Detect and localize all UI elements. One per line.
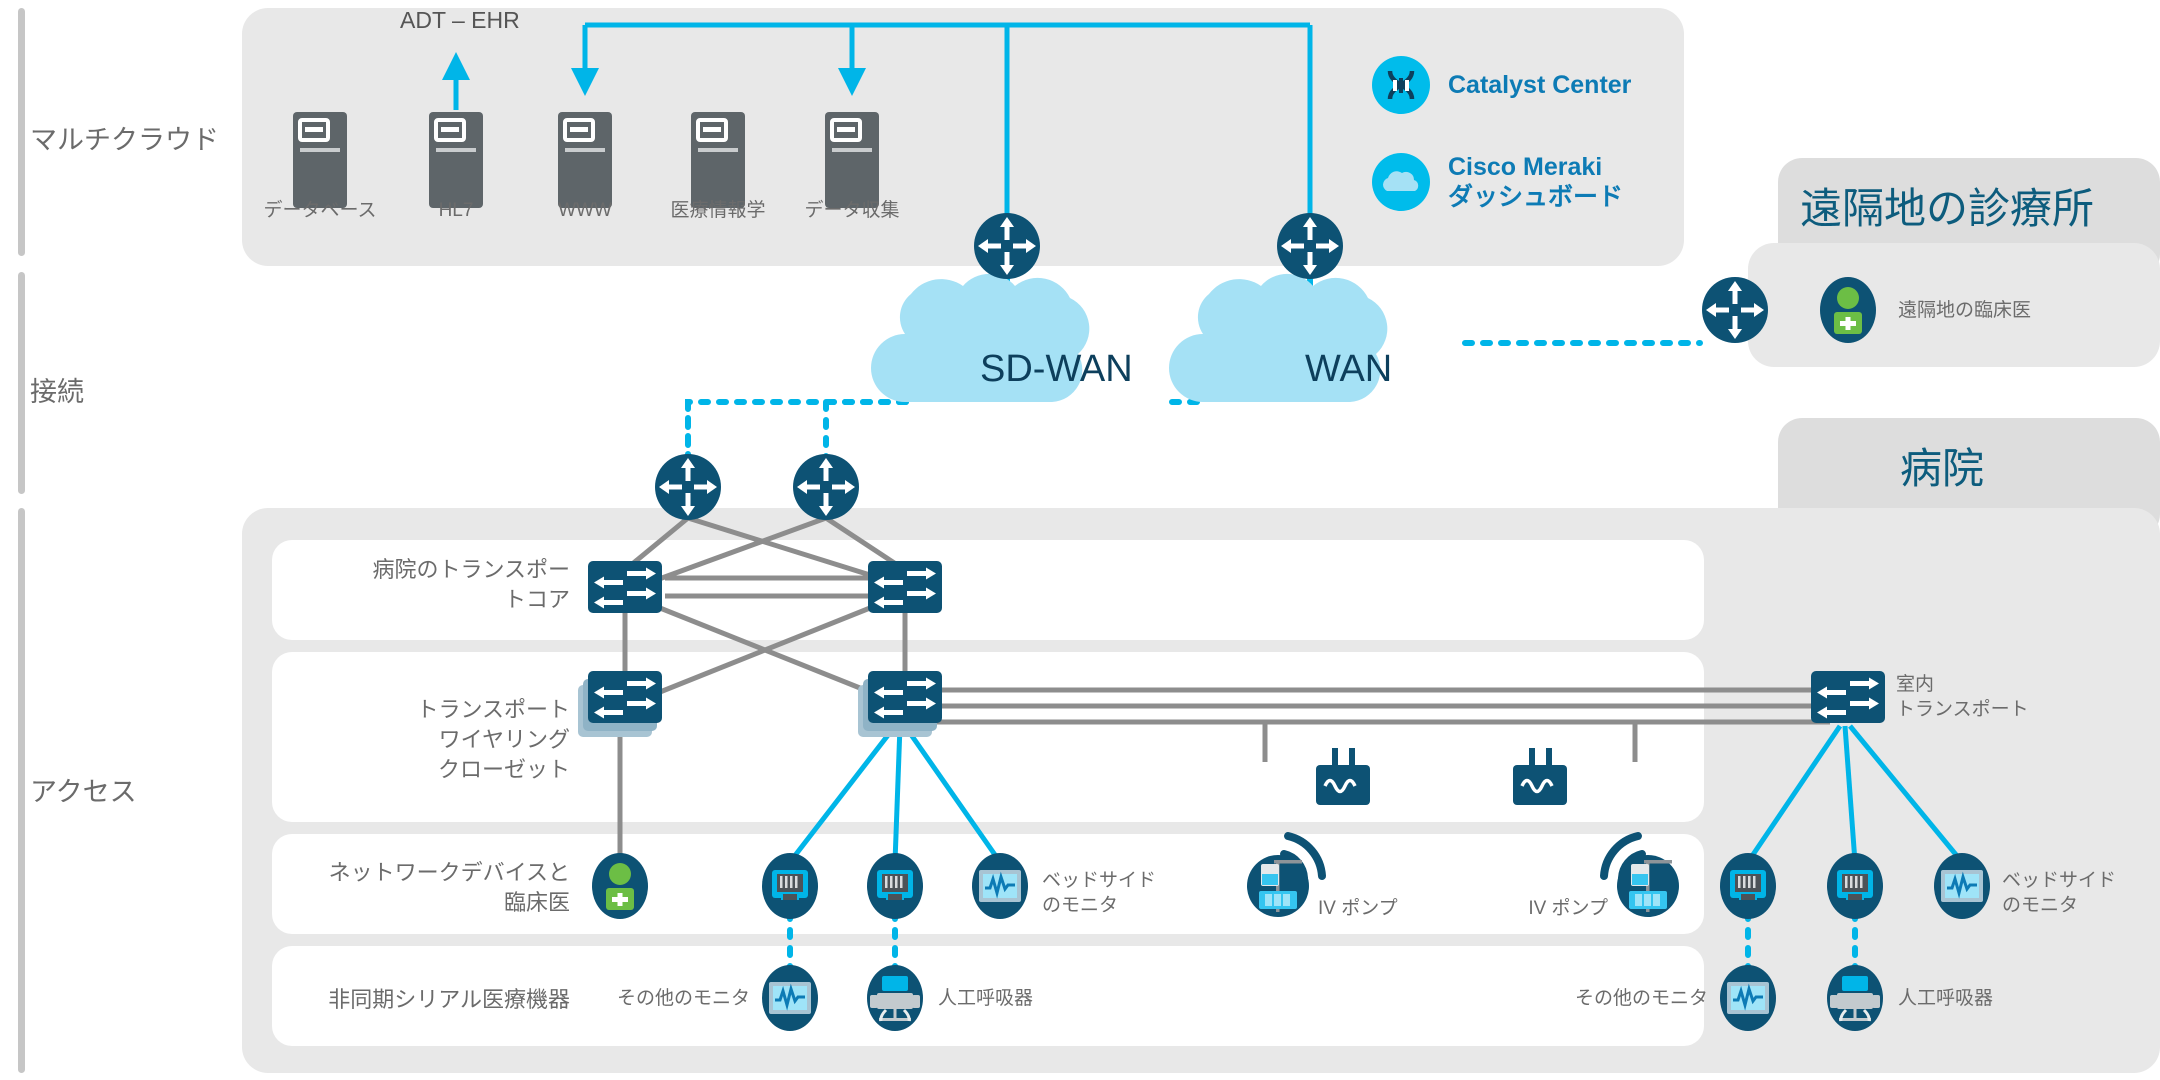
router-hospital-b[interactable] <box>793 454 859 520</box>
server-database[interactable] <box>291 110 349 210</box>
remote-clinic-title: 遠隔地の診療所 <box>1800 185 2095 232</box>
logo-label-catalyst-center: Catalyst Center <box>1448 71 1632 99</box>
rj45-right-2[interactable] <box>1827 853 1883 919</box>
router-hospital-a[interactable] <box>655 454 721 520</box>
ventilator-right[interactable] <box>1825 963 1885 1033</box>
other-monitor-right[interactable] <box>1718 963 1778 1033</box>
ventilator-right-label: 人工呼吸器 <box>1898 988 1994 1009</box>
iv-pump-left[interactable] <box>1247 836 1322 917</box>
cloud-label-wan: WAN <box>1305 348 1393 390</box>
other-monitor-right-label: その他のモニタ <box>1574 988 1708 1009</box>
dna-icon <box>1372 56 1430 114</box>
router-sdwan-edge[interactable] <box>974 213 1040 279</box>
bedside-monitor-left-label: ベッドサイド のモニタ <box>1042 870 1157 916</box>
iv-pump-left-label: IV ポンプ <box>1318 898 1398 919</box>
row-label-wiring-closet: トランスポート ワイヤリング クローゼット <box>416 697 570 782</box>
row-label-async-serial: 非同期シリアル医療機器 <box>328 987 570 1012</box>
in-room-transport-label: 室内 トランスポート <box>1896 674 2029 720</box>
tier-label-multicloud: マルチクラウド <box>30 125 219 155</box>
row-label-network-devices: ネットワークデバイスと 臨床医 <box>328 860 570 915</box>
remote-clinician-label: 遠隔地の臨床医 <box>1898 300 2032 321</box>
server-data-collection[interactable] <box>823 110 881 210</box>
router-wan-edge[interactable] <box>1277 213 1343 279</box>
diagram-canvas: マルチクラウド 接続 アクセス 遠隔地の診療所 病院 ADT – EHR データ… <box>0 0 2160 1080</box>
cloud-icon <box>1372 153 1430 211</box>
switch-core-left[interactable] <box>588 561 662 613</box>
bedside-monitor-right[interactable] <box>1932 851 1992 921</box>
tier-label-access: アクセス <box>30 777 137 807</box>
access-point-right[interactable] <box>1511 746 1569 807</box>
server-informatics[interactable] <box>689 110 747 210</box>
server-www[interactable] <box>556 110 614 210</box>
node-layer <box>291 110 1992 1033</box>
clinician-icon-hospital[interactable] <box>592 853 648 919</box>
logo-label-cisco-meraki: Cisco Meraki ダッシュボード <box>1448 153 1624 211</box>
remote-clinician-icon[interactable] <box>1820 277 1876 343</box>
access-point-left[interactable] <box>1314 746 1372 807</box>
rj45-left-1[interactable] <box>762 853 818 919</box>
logo-catalyst-center[interactable]: Catalyst Center <box>1372 56 1631 114</box>
router-remote-clinic[interactable] <box>1702 277 1768 343</box>
switch-in-room-transport[interactable] <box>1811 671 1885 723</box>
bedside-monitor-left[interactable] <box>970 851 1030 921</box>
tier-label-connectivity: 接続 <box>30 377 84 407</box>
switch-core-right[interactable] <box>868 561 942 613</box>
bedside-monitor-right-label: ベッドサイド のモニタ <box>2002 870 2117 916</box>
hospital-title: 病院 <box>1900 445 1985 492</box>
row-label-core: 病院のトランスポー トコア <box>372 557 570 612</box>
iv-pump-right[interactable] <box>1604 836 1679 917</box>
ventilator-left[interactable] <box>865 963 925 1033</box>
logo-cisco-meraki[interactable]: Cisco Meraki ダッシュボード <box>1372 152 1623 212</box>
switch-wiring-closet-right[interactable] <box>858 671 942 737</box>
other-monitor-left-label: その他のモニタ <box>616 988 750 1009</box>
rj45-left-2[interactable] <box>867 853 923 919</box>
server-label-data-collection: データ収集 <box>804 200 900 221</box>
adt-ehr-label: ADT – EHR <box>400 7 520 33</box>
cloud-label-sd-wan: SD-WAN <box>980 348 1133 390</box>
iv-pump-right-label: IV ポンプ <box>1528 898 1608 919</box>
server-hl7[interactable] <box>427 110 485 210</box>
other-monitor-left[interactable] <box>760 963 820 1033</box>
ventilator-left-label: 人工呼吸器 <box>938 988 1034 1009</box>
switch-wiring-closet-left[interactable] <box>578 671 662 737</box>
rj45-right-1[interactable] <box>1720 853 1776 919</box>
